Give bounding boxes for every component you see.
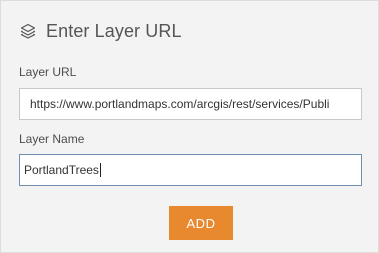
layer-name-label: Layer Name — [19, 132, 85, 146]
layer-name-input[interactable]: PortlandTrees — [19, 154, 362, 186]
text-cursor — [99, 163, 101, 177]
add-layer-panel: Enter Layer URL Layer URL https://www.po… — [0, 0, 379, 253]
panel-header: Enter Layer URL — [20, 20, 182, 42]
add-button[interactable]: ADD — [169, 206, 233, 240]
layer-url-input[interactable]: https://www.portlandmaps.com/arcgis/rest… — [19, 88, 362, 120]
panel-title: Enter Layer URL — [46, 20, 182, 41]
layers-icon — [20, 23, 36, 39]
layer-name-value: PortlandTrees — [24, 163, 99, 177]
layer-url-value: https://www.portlandmaps.com/arcgis/rest… — [30, 97, 330, 111]
layer-url-label: Layer URL — [19, 65, 77, 79]
